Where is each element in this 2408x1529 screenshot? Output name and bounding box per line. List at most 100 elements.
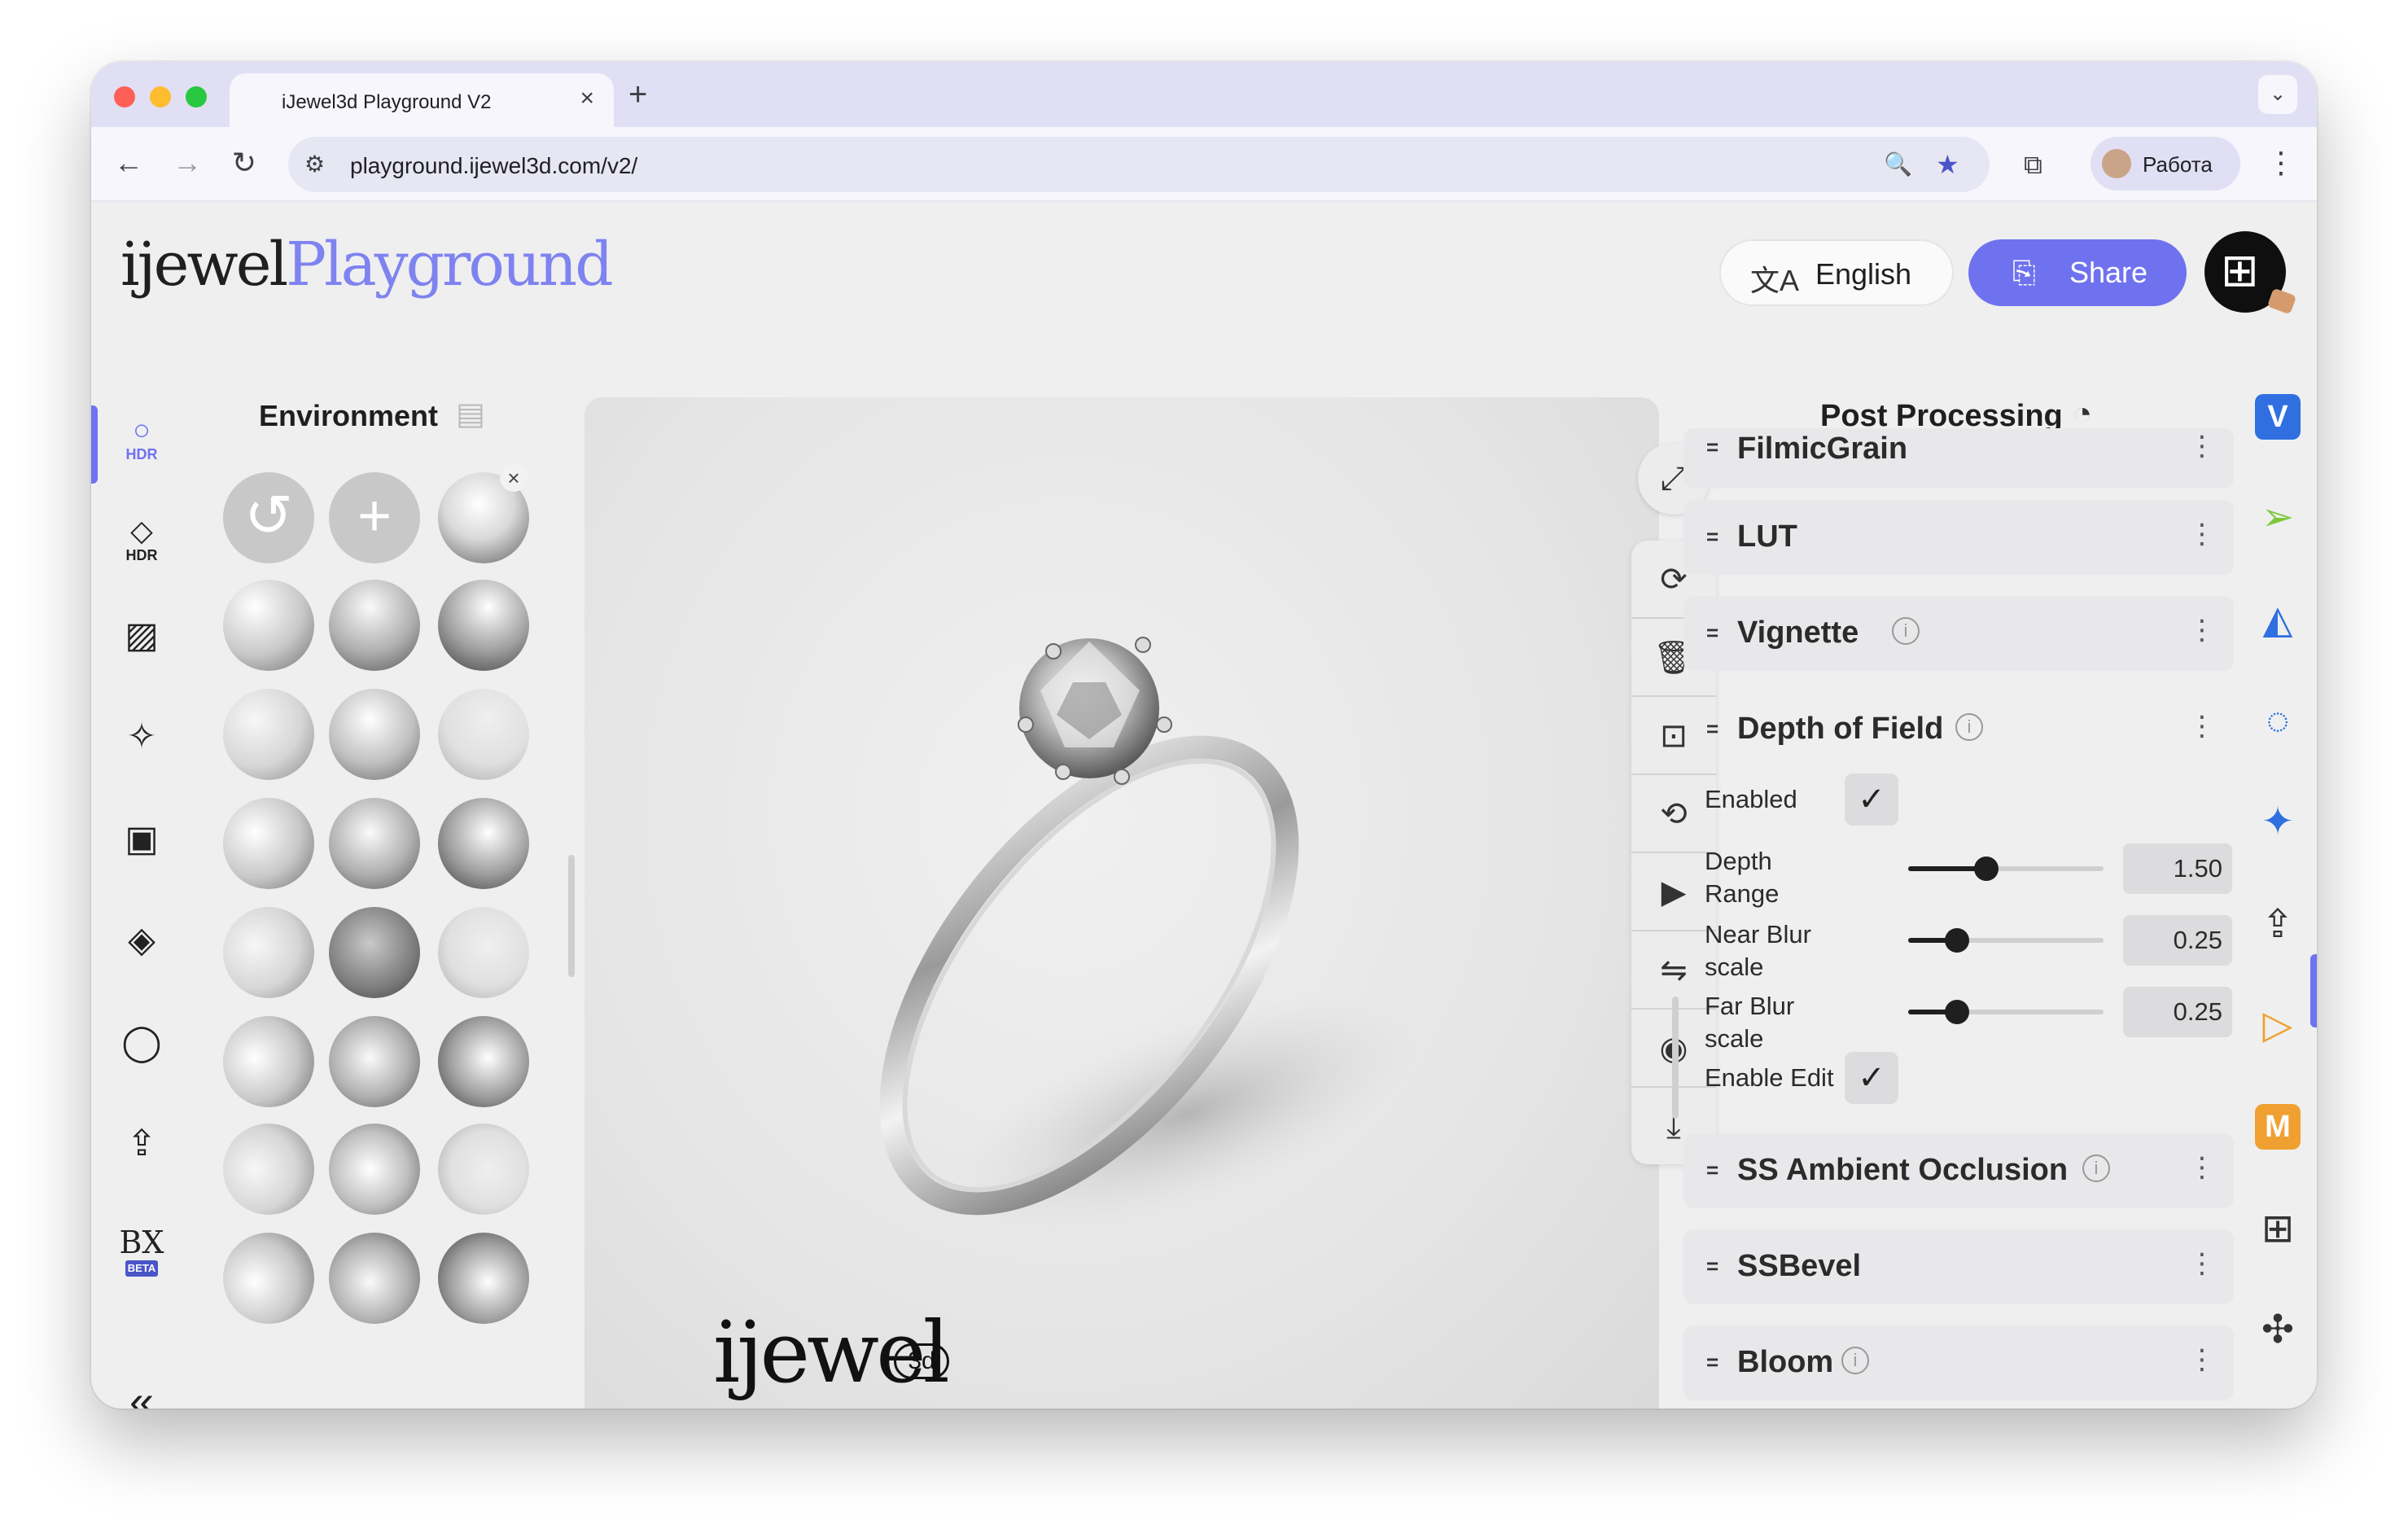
sparkle-icon[interactable]: ✦ bbox=[2245, 790, 2310, 855]
far-blur-value[interactable]: 0.25 bbox=[2123, 987, 2232, 1037]
slider-knob[interactable] bbox=[1945, 928, 1969, 953]
close-window-button[interactable] bbox=[114, 86, 135, 107]
hdri-thumbnail[interactable] bbox=[438, 1233, 529, 1324]
environment-settings-icon[interactable]: ▤ bbox=[456, 396, 485, 432]
back-button[interactable]: ← bbox=[111, 145, 147, 181]
drag-handle-icon[interactable]: = bbox=[1706, 620, 1718, 646]
v-plugin-icon[interactable]: V bbox=[2255, 394, 2301, 440]
hdri-thumbnail[interactable] bbox=[329, 798, 420, 889]
shapes-icon[interactable]: ◭ bbox=[2245, 588, 2310, 653]
address-bar[interactable]: ⚙ playground.ijewel3d.com/v2/ 🔍 ★ bbox=[288, 137, 1990, 192]
section-menu-icon[interactable]: ⋮ bbox=[2188, 710, 2216, 743]
rail-scene[interactable]: ▣ bbox=[114, 819, 169, 874]
hdri-thumbnail[interactable] bbox=[329, 907, 420, 998]
rail-upload[interactable]: ⇪ bbox=[114, 1124, 169, 1179]
pp-section-vignette[interactable]: = Vignette i ⋮ bbox=[1683, 596, 2234, 671]
hdri-thumbnail[interactable] bbox=[329, 1016, 420, 1107]
minimize-window-button[interactable] bbox=[150, 86, 171, 107]
3d-viewport[interactable] bbox=[584, 397, 1659, 1409]
url-text[interactable]: playground.ijewel3d.com/v2/ bbox=[350, 153, 637, 179]
hdri-thumbnail[interactable] bbox=[438, 1016, 529, 1107]
drag-handle-icon[interactable]: = bbox=[1706, 1158, 1718, 1183]
section-menu-icon[interactable]: ⋮ bbox=[2188, 614, 2216, 646]
user-avatar[interactable]: ⊞ bbox=[2204, 231, 2297, 315]
hdri-thumbnail[interactable] bbox=[438, 580, 529, 671]
browser-menu-icon[interactable]: ⋮ bbox=[2263, 145, 2299, 181]
cursor-icon[interactable]: ➢ bbox=[2245, 485, 2310, 550]
rail-background[interactable]: ▨ bbox=[114, 616, 169, 671]
near-blur-slider[interactable] bbox=[1908, 928, 2104, 953]
rail-ground[interactable]: ◈ bbox=[114, 920, 169, 975]
info-icon[interactable]: i bbox=[2082, 1154, 2110, 1182]
environment-scrollbar[interactable] bbox=[568, 855, 575, 977]
pp-section-depth-of-field[interactable]: = Depth of Field i ⋮ bbox=[1683, 692, 2234, 767]
drag-handle-icon[interactable]: = bbox=[1706, 716, 1718, 742]
reload-button[interactable]: ↻ bbox=[226, 145, 262, 181]
extensions-icon[interactable]: ⧉ bbox=[2024, 148, 2042, 181]
hdri-thumbnail[interactable] bbox=[223, 1124, 314, 1215]
info-icon[interactable]: i bbox=[1955, 713, 1983, 741]
section-menu-icon[interactable]: ⋮ bbox=[2188, 518, 2216, 550]
site-info-icon[interactable]: ⚙ bbox=[304, 148, 325, 181]
slider-knob[interactable] bbox=[1974, 857, 1999, 881]
section-menu-icon[interactable]: ⋮ bbox=[2188, 1247, 2216, 1280]
pp-section-ss-ambient-occlusion[interactable]: = SS Ambient Occlusion i ⋮ bbox=[1683, 1133, 2234, 1208]
pp-section-lut[interactable]: = LUT ⋮ bbox=[1683, 500, 2234, 575]
hdri-thumbnail[interactable] bbox=[329, 1124, 420, 1215]
loader-icon[interactable]: ◌ bbox=[2245, 689, 2310, 754]
drag-handle-icon[interactable]: = bbox=[1706, 435, 1718, 460]
browser-tab[interactable]: iJewel3d Playground V2 × bbox=[230, 73, 614, 127]
rail-ring[interactable]: ◯ bbox=[114, 1023, 169, 1078]
hdri-thumbnail[interactable] bbox=[223, 1016, 314, 1107]
hdri-thumbnail[interactable] bbox=[329, 689, 420, 780]
maximize-window-button[interactable] bbox=[186, 86, 207, 107]
reset-environment-button[interactable]: ↺ bbox=[223, 472, 314, 563]
far-blur-slider[interactable] bbox=[1908, 1000, 2104, 1024]
hdri-thumbnail[interactable] bbox=[438, 907, 529, 998]
zoom-icon[interactable]: 🔍 bbox=[1884, 148, 1912, 181]
drag-handle-icon[interactable]: = bbox=[1706, 524, 1718, 550]
pp-section-bloom[interactable]: = Bloom i ⋮ bbox=[1683, 1325, 2234, 1400]
hdri-thumbnail[interactable] bbox=[329, 580, 420, 671]
grid-icon[interactable]: ⊞ bbox=[2245, 1197, 2310, 1262]
remove-hdri-icon[interactable]: × bbox=[500, 464, 528, 492]
enable-edit-checkbox[interactable]: ✓ bbox=[1845, 1052, 1898, 1104]
section-menu-icon[interactable]: ⋮ bbox=[2188, 430, 2216, 462]
depth-range-slider[interactable] bbox=[1908, 857, 2104, 881]
tab-search-button[interactable]: ⌄ bbox=[2258, 75, 2297, 114]
drag-handle-icon[interactable]: = bbox=[1706, 1350, 1718, 1375]
post-processing-search-icon[interactable]: ◔ bbox=[2073, 396, 2092, 432]
hdri-thumbnail[interactable] bbox=[223, 907, 314, 998]
hdri-thumbnail[interactable] bbox=[223, 580, 314, 671]
hdri-thumbnail[interactable] bbox=[438, 689, 529, 780]
bookmark-star-icon[interactable]: ★ bbox=[1936, 148, 1959, 181]
pp-section-ssbevel[interactable]: = SSBevel ⋮ bbox=[1683, 1229, 2234, 1304]
new-tab-button[interactable]: + bbox=[628, 78, 647, 111]
post-processing-scrollbar[interactable] bbox=[1672, 997, 1679, 1119]
share-button[interactable]: ⎘ Share bbox=[1968, 239, 2187, 306]
depth-range-value[interactable]: 1.50 bbox=[2123, 843, 2232, 894]
upload-icon[interactable]: ⇪ bbox=[2245, 892, 2310, 957]
hdri-thumbnail[interactable] bbox=[223, 1233, 314, 1324]
hdri-thumbnail[interactable] bbox=[438, 798, 529, 889]
info-icon[interactable]: i bbox=[1841, 1347, 1869, 1374]
m-plugin-icon[interactable]: M bbox=[2255, 1104, 2301, 1150]
hdri-thumbnail[interactable] bbox=[438, 1124, 529, 1215]
add-environment-button[interactable]: + bbox=[329, 472, 420, 563]
rail-bx-beta[interactable]: BX BETA bbox=[114, 1225, 169, 1280]
rail-hdr-gem[interactable]: ◇ HDR bbox=[114, 515, 169, 570]
section-menu-icon[interactable]: ⋮ bbox=[2188, 1343, 2216, 1376]
hdri-thumbnail[interactable] bbox=[223, 689, 314, 780]
profile-button[interactable]: Работа bbox=[2091, 137, 2240, 191]
section-menu-icon[interactable]: ⋮ bbox=[2188, 1151, 2216, 1184]
app-logo[interactable]: ijewelPlayground bbox=[120, 228, 614, 301]
rail-effects[interactable]: ✧ bbox=[114, 716, 169, 772]
collapse-rail-button[interactable]: « bbox=[114, 1379, 169, 1409]
forward-button[interactable]: → bbox=[169, 145, 205, 181]
language-button[interactable]: 文A English bbox=[1719, 239, 1954, 306]
hdri-thumbnail[interactable] bbox=[223, 798, 314, 889]
enabled-checkbox[interactable]: ✓ bbox=[1845, 773, 1898, 826]
rail-hdr-environment[interactable]: ○ HDR bbox=[114, 414, 169, 469]
slider-knob[interactable] bbox=[1945, 1000, 1969, 1024]
drag-handle-icon[interactable]: = bbox=[1706, 1254, 1718, 1279]
